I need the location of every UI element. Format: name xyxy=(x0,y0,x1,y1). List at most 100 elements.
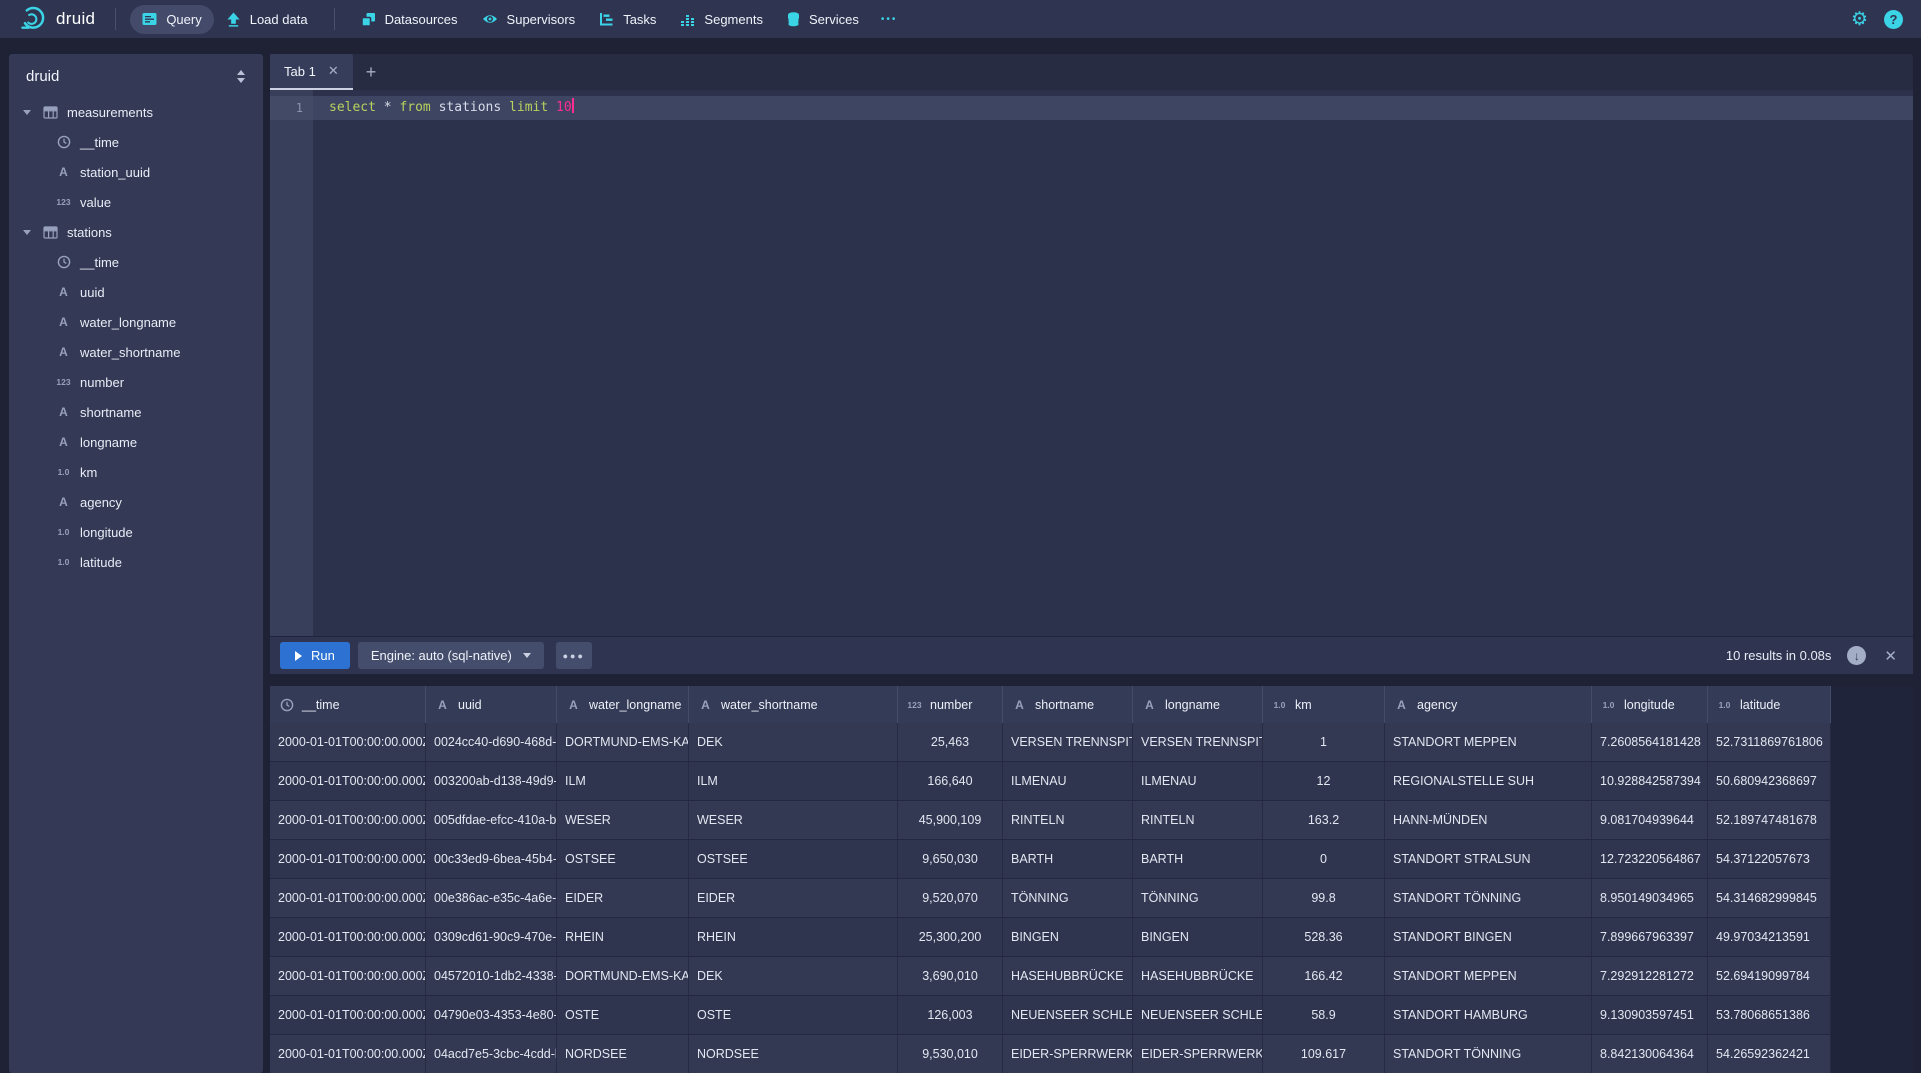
cell-uuid[interactable]: 00e386ac-e35c-4a6e- xyxy=(426,879,557,917)
cell-km[interactable]: 99.8 xyxy=(1263,879,1385,917)
cell-longname[interactable]: TÖNNING xyxy=(1133,879,1263,917)
cell-water_longname[interactable]: DORTMUND-EMS-KANA xyxy=(557,957,689,995)
cell-agency[interactable]: HANN-MÜNDEN xyxy=(1385,801,1592,839)
cell-uuid[interactable]: 0024cc40-d690-468d- xyxy=(426,723,557,761)
sql-query-line[interactable]: select * from stations limit 10 xyxy=(313,96,1913,120)
cell-km[interactable]: 166.42 xyxy=(1263,957,1385,995)
more-options-button[interactable]: ●●● xyxy=(556,642,592,669)
cell-agency[interactable]: STANDORT TÖNNING xyxy=(1385,1035,1592,1073)
column-header-__time[interactable]: __time xyxy=(270,686,426,723)
column-header-uuid[interactable]: Auuid xyxy=(426,686,557,723)
cell-longname[interactable]: NEUENSEER SCHLEUS xyxy=(1133,996,1263,1034)
cell-water_longname[interactable]: RHEIN xyxy=(557,918,689,956)
cell-shortname[interactable]: VERSEN TRENNSPITZE xyxy=(1003,723,1133,761)
cell-km[interactable]: 0 xyxy=(1263,840,1385,878)
nav-more-icon[interactable]: ••• xyxy=(871,7,908,32)
cell-__time[interactable]: 2000-01-01T00:00:00.000Z xyxy=(270,996,426,1034)
cell-uuid[interactable]: 04acd7e5-3cbc-4cdd-l xyxy=(426,1035,557,1073)
cell-longname[interactable]: HASEHUBBRÜCKE xyxy=(1133,957,1263,995)
cell-longname[interactable]: ILMENAU xyxy=(1133,762,1263,800)
cell-water_longname[interactable]: OSTSEE xyxy=(557,840,689,878)
column-header-water_shortname[interactable]: Awater_shortname xyxy=(689,686,898,723)
cell-latitude[interactable]: 54.314682999845 xyxy=(1708,879,1831,917)
cell-km[interactable]: 12 xyxy=(1263,762,1385,800)
engine-select[interactable]: Engine: auto (sql-native) xyxy=(358,642,544,669)
cell-shortname[interactable]: TÖNNING xyxy=(1003,879,1133,917)
sidebar-column-longname[interactable]: Alongname xyxy=(9,427,263,457)
cell-longitude[interactable]: 12.723220564867 xyxy=(1592,840,1708,878)
sidebar-column-uuid[interactable]: Auuid xyxy=(9,277,263,307)
cell-shortname[interactable]: BARTH xyxy=(1003,840,1133,878)
cell-longitude[interactable]: 8.950149034965 xyxy=(1592,879,1708,917)
nav-tasks[interactable]: Tasks xyxy=(587,5,668,34)
cell-km[interactable]: 1 xyxy=(1263,723,1385,761)
cell-__time[interactable]: 2000-01-01T00:00:00.000Z xyxy=(270,879,426,917)
new-tab-button[interactable]: + xyxy=(353,54,390,90)
cell-agency[interactable]: STANDORT TÖNNING xyxy=(1385,879,1592,917)
nav-supervisors[interactable]: Supervisors xyxy=(470,5,588,34)
cell-number[interactable]: 9,530,010 xyxy=(898,1035,1003,1073)
cell-km[interactable]: 58.9 xyxy=(1263,996,1385,1034)
schema-selector[interactable]: druid xyxy=(9,54,263,95)
column-header-agency[interactable]: Aagency xyxy=(1385,686,1592,723)
sidebar-table-measurements[interactable]: measurements xyxy=(9,97,263,127)
cell-__time[interactable]: 2000-01-01T00:00:00.000Z xyxy=(270,918,426,956)
cell-agency[interactable]: STANDORT MEPPEN xyxy=(1385,957,1592,995)
cell-water_shortname[interactable]: DEK xyxy=(689,957,898,995)
cell-number[interactable]: 3,690,010 xyxy=(898,957,1003,995)
nav-query[interactable]: Query xyxy=(130,5,213,34)
cell-latitude[interactable]: 53.78068651386 xyxy=(1708,996,1831,1034)
cell-shortname[interactable]: HASEHUBBRÜCKE xyxy=(1003,957,1133,995)
sidebar-column-__time[interactable]: __time xyxy=(9,127,263,157)
cell-uuid[interactable]: 0309cd61-90c9-470e- xyxy=(426,918,557,956)
cell-uuid[interactable]: 00c33ed9-6bea-45b4- xyxy=(426,840,557,878)
close-tab-icon[interactable]: ✕ xyxy=(328,63,339,79)
sidebar-column-latitude[interactable]: 1.0latitude xyxy=(9,547,263,577)
cell-latitude[interactable]: 52.69419099784 xyxy=(1708,957,1831,995)
cell-km[interactable]: 528.36 xyxy=(1263,918,1385,956)
cell-__time[interactable]: 2000-01-01T00:00:00.000Z xyxy=(270,801,426,839)
cell-longname[interactable]: EIDER-SPERRWERK AP xyxy=(1133,1035,1263,1073)
column-header-km[interactable]: 1.0km xyxy=(1263,686,1385,723)
cell-number[interactable]: 166,640 xyxy=(898,762,1003,800)
cell-water_shortname[interactable]: WESER xyxy=(689,801,898,839)
cell-km[interactable]: 109.617 xyxy=(1263,1035,1385,1073)
column-header-shortname[interactable]: Ashortname xyxy=(1003,686,1133,723)
sidebar-column-shortname[interactable]: Ashortname xyxy=(9,397,263,427)
cell-water_shortname[interactable]: OSTSEE xyxy=(689,840,898,878)
cell-agency[interactable]: STANDORT STRALSUN xyxy=(1385,840,1592,878)
cell-uuid[interactable]: 003200ab-d138-49d9- xyxy=(426,762,557,800)
cell-number[interactable]: 45,900,109 xyxy=(898,801,1003,839)
cell-__time[interactable]: 2000-01-01T00:00:00.000Z xyxy=(270,762,426,800)
cell-__time[interactable]: 2000-01-01T00:00:00.000Z xyxy=(270,1035,426,1073)
gear-icon[interactable]: ⚙ xyxy=(1841,10,1878,29)
cell-latitude[interactable]: 49.97034213591 xyxy=(1708,918,1831,956)
cell-latitude[interactable]: 54.37122057673 xyxy=(1708,840,1831,878)
sql-editor[interactable]: 1 select * from stations limit 10 xyxy=(270,90,1913,636)
run-button[interactable]: Run xyxy=(280,642,350,669)
cell-number[interactable]: 9,520,070 xyxy=(898,879,1003,917)
cell-longname[interactable]: BINGEN xyxy=(1133,918,1263,956)
cell-shortname[interactable]: BINGEN xyxy=(1003,918,1133,956)
cell-shortname[interactable]: NEUENSEER SCHLEUS xyxy=(1003,996,1133,1034)
cell-water_longname[interactable]: OSTE xyxy=(557,996,689,1034)
sidebar-column-value[interactable]: 123value xyxy=(9,187,263,217)
sidebar-column-station_uuid[interactable]: Astation_uuid xyxy=(9,157,263,187)
download-icon[interactable]: ↓ xyxy=(1847,646,1866,665)
sidebar-column-__time[interactable]: __time xyxy=(9,247,263,277)
column-header-longitude[interactable]: 1.0longitude xyxy=(1592,686,1708,723)
column-header-longname[interactable]: Alongname xyxy=(1133,686,1263,723)
sidebar-table-stations[interactable]: stations xyxy=(9,217,263,247)
druid-logo[interactable]: druid xyxy=(14,6,101,33)
nav-services[interactable]: Services xyxy=(775,5,871,34)
column-header-latitude[interactable]: 1.0latitude xyxy=(1708,686,1831,723)
nav-datasources[interactable]: Datasources xyxy=(349,5,470,34)
cell-water_shortname[interactable]: NORDSEE xyxy=(689,1035,898,1073)
cell-longname[interactable]: VERSEN TRENNSPITZE xyxy=(1133,723,1263,761)
cell-uuid[interactable]: 04790e03-4353-4e80- xyxy=(426,996,557,1034)
cell-water_shortname[interactable]: ILM xyxy=(689,762,898,800)
cell-number[interactable]: 25,463 xyxy=(898,723,1003,761)
cell-agency[interactable]: STANDORT MEPPEN xyxy=(1385,723,1592,761)
cell-longname[interactable]: RINTELN xyxy=(1133,801,1263,839)
cell-water_shortname[interactable]: OSTE xyxy=(689,996,898,1034)
